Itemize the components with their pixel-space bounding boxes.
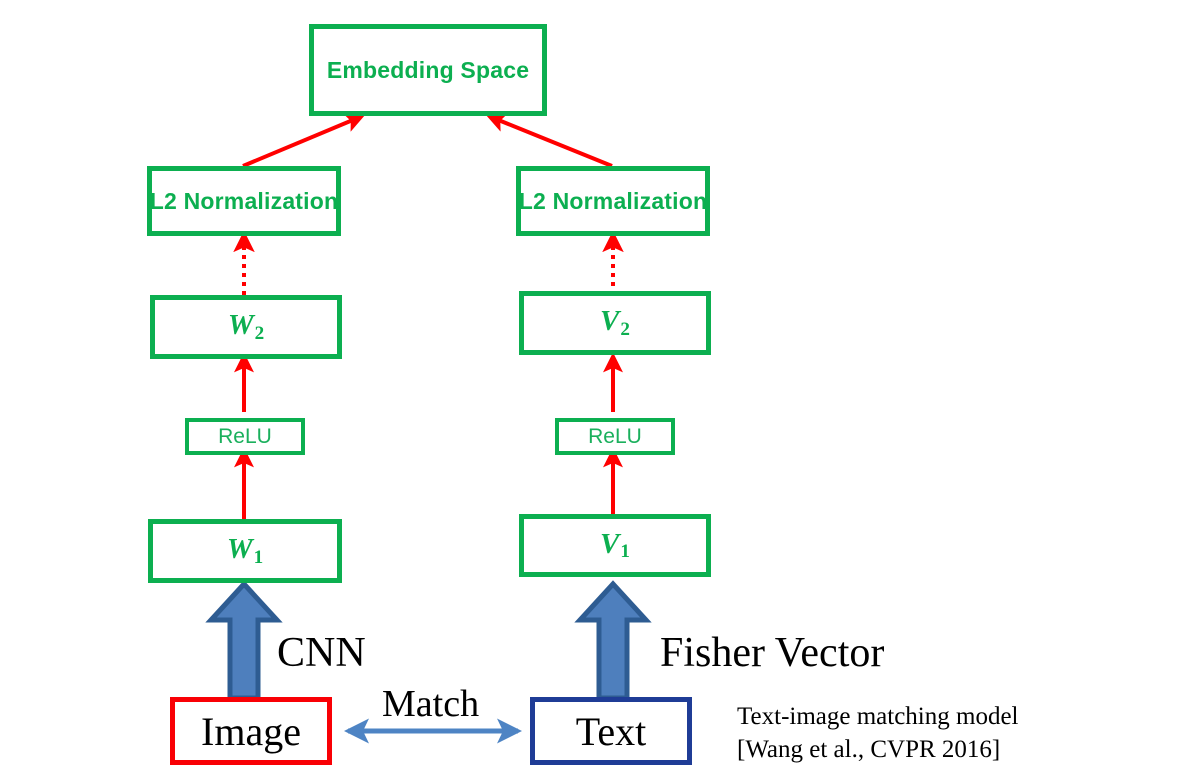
node-label: W1 (227, 533, 263, 568)
node-label-symbol: V (600, 527, 620, 560)
node-v2[interactable]: V2 (519, 291, 711, 355)
node-label: V1 (600, 528, 630, 563)
annotation-cnn: CNN (277, 630, 366, 676)
node-label: ReLU (588, 424, 642, 448)
node-label: L2 Normalization (518, 187, 708, 214)
annotation-fisher-vector: Fisher Vector (660, 630, 885, 676)
arrow-image-to-w1 (205, 580, 283, 701)
arrow-text-to-v1 (574, 580, 652, 701)
diagram-caption: Text-image matching model [Wang et al., … (737, 700, 1019, 767)
caption-line-2: [Wang et al., CVPR 2016] (737, 736, 1001, 764)
node-w2[interactable]: W2 (150, 295, 342, 359)
node-l2-normalization-left[interactable]: L2 Normalization (147, 166, 341, 236)
arrow-l2left-to-embedding (242, 113, 366, 168)
node-label: Image (201, 708, 301, 754)
node-image[interactable]: Image (170, 697, 332, 765)
node-label: L2 Normalization (149, 187, 339, 214)
node-label: Text (575, 708, 647, 754)
node-label: ReLU (218, 424, 272, 448)
connector-layer (205, 113, 652, 744)
node-l2-normalization-right[interactable]: L2 Normalization (516, 166, 710, 236)
node-relu-left[interactable]: ReLU (185, 418, 305, 455)
node-text[interactable]: Text (530, 697, 692, 765)
node-label-symbol: W (227, 309, 254, 342)
node-w1[interactable]: W1 (148, 519, 342, 583)
caption-line-1: Text-image matching model (737, 703, 1019, 730)
node-label-subscript: 1 (253, 546, 264, 568)
node-relu-right[interactable]: ReLU (555, 418, 675, 455)
node-v1[interactable]: V1 (519, 514, 711, 577)
node-label-subscript: 1 (620, 541, 630, 563)
node-label-subscript: 2 (620, 318, 630, 340)
node-label: V2 (600, 305, 630, 340)
node-label-subscript: 2 (254, 322, 265, 344)
node-label-symbol: V (600, 305, 620, 338)
node-embedding-space[interactable]: Embedding Space (309, 24, 547, 116)
node-label: W2 (228, 309, 264, 344)
annotation-match: Match (382, 683, 480, 725)
diagram-canvas: Embedding Space L2 Normalization L2 Norm… (0, 0, 1188, 778)
node-label-symbol: W (226, 533, 253, 566)
node-label: Embedding Space (326, 56, 530, 83)
arrow-l2right-to-embedding (485, 113, 613, 168)
